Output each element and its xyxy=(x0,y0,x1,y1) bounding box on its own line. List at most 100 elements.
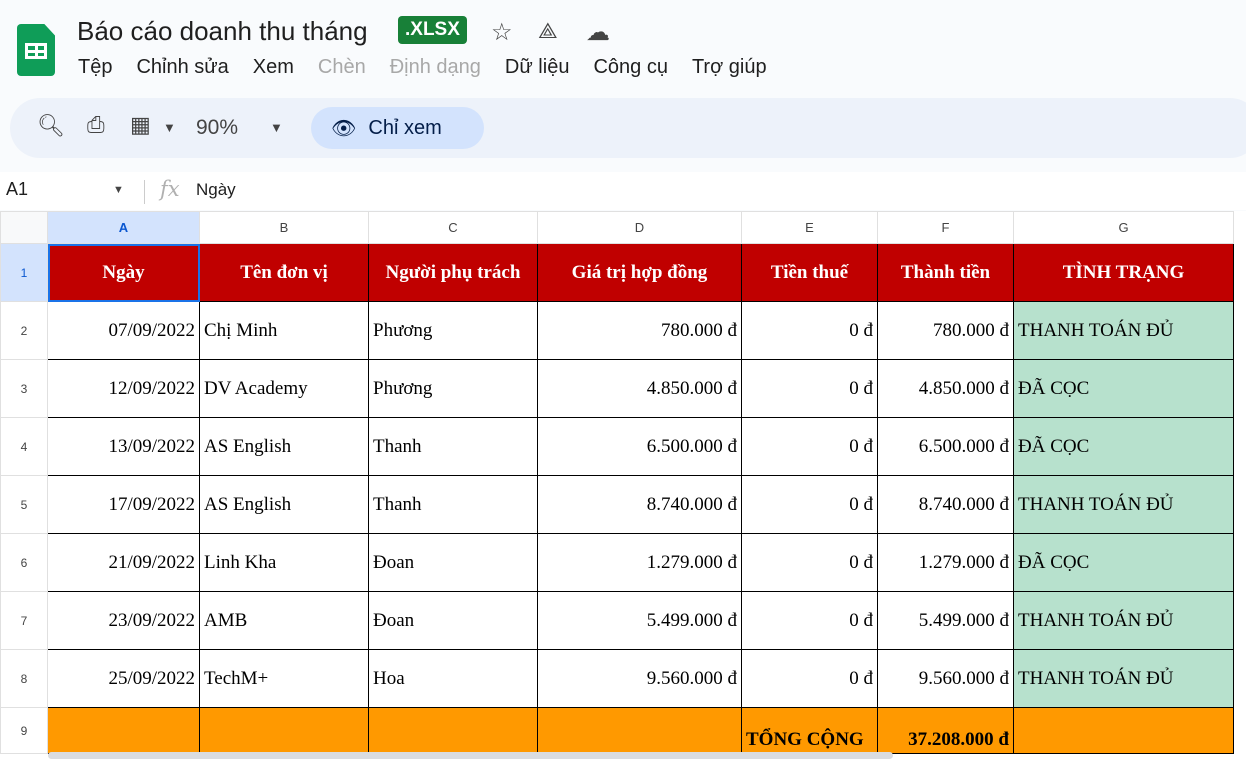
cell-unit[interactable]: AMB xyxy=(199,591,369,650)
cell-status[interactable]: ĐÃ CỌC xyxy=(1013,533,1234,592)
header-cell[interactable]: Người phụ trách xyxy=(368,243,538,302)
row-header[interactable]: 4 xyxy=(0,417,48,476)
cell-date[interactable]: 13/09/2022 xyxy=(47,417,200,476)
row-header[interactable]: 1 xyxy=(0,243,48,302)
document-title[interactable]: Báo cáo doanh thu tháng xyxy=(77,16,368,47)
cell-owner[interactable]: Phương xyxy=(368,301,538,360)
cell-status[interactable]: ĐÃ CỌC xyxy=(1013,359,1234,418)
cell-amount[interactable]: 5.499.000 đ xyxy=(877,591,1014,650)
cell[interactable] xyxy=(537,707,742,754)
cell[interactable] xyxy=(1013,707,1234,754)
chevron-down-icon[interactable]: ▼ xyxy=(163,120,176,135)
column-header-b[interactable]: B xyxy=(199,211,369,244)
column-header-a[interactable]: A xyxy=(47,211,200,244)
cell-unit[interactable]: AS English xyxy=(199,417,369,476)
row-header[interactable]: 9 xyxy=(0,707,48,754)
search-icon[interactable]: 🔍︎ xyxy=(37,113,65,139)
cell-status[interactable]: THANH TOÁN ĐỦ xyxy=(1013,591,1234,650)
column-header-d[interactable]: D xyxy=(537,211,742,244)
row-header[interactable]: 2 xyxy=(0,301,48,360)
column-header-c[interactable]: C xyxy=(368,211,538,244)
cell-unit[interactable]: Chị Minh xyxy=(199,301,369,360)
cell[interactable] xyxy=(368,707,538,754)
header-cell[interactable]: Tiền thuế xyxy=(741,243,878,302)
formula-input[interactable]: Ngày xyxy=(196,180,236,200)
row-header[interactable]: 3 xyxy=(0,359,48,418)
menu-file[interactable]: Tệp xyxy=(78,56,112,79)
view-only-button[interactable]: 👁︎ Chỉ xem xyxy=(311,107,484,149)
move-to-drive-icon[interactable]: ⟁ xyxy=(538,18,558,44)
menu-help[interactable]: Trợ giúp xyxy=(692,56,767,79)
name-box-dropdown-icon[interactable]: ▼ xyxy=(113,184,124,196)
select-all-corner[interactable] xyxy=(0,211,48,244)
total-value[interactable]: 37.208.000 đ xyxy=(877,707,1014,754)
row-header[interactable]: 5 xyxy=(0,475,48,534)
cell-tax[interactable]: 0 đ xyxy=(741,417,878,476)
cloud-saved-icon[interactable]: ☁ xyxy=(586,18,610,47)
cell-date[interactable]: 25/09/2022 xyxy=(47,649,200,708)
print-icon[interactable]: ⎙ xyxy=(87,112,105,138)
cell-date[interactable]: 07/09/2022 xyxy=(47,301,200,360)
cell-owner[interactable]: Phương xyxy=(368,359,538,418)
cell-status[interactable]: ĐÃ CỌC xyxy=(1013,417,1234,476)
cell-status[interactable]: THANH TOÁN ĐỦ xyxy=(1013,301,1234,360)
cell-amount[interactable]: 4.850.000 đ xyxy=(877,359,1014,418)
cell-tax[interactable]: 0 đ xyxy=(741,533,878,592)
cell[interactable] xyxy=(47,707,200,754)
header-cell[interactable]: TÌNH TRẠNG xyxy=(1013,243,1234,302)
menu-tools[interactable]: Công cụ xyxy=(593,56,668,79)
header-cell[interactable]: Ngày xyxy=(47,243,200,302)
cell-tax[interactable]: 0 đ xyxy=(741,591,878,650)
cell[interactable] xyxy=(199,707,369,754)
row-header[interactable]: 8 xyxy=(0,649,48,708)
cell-contract-value[interactable]: 6.500.000 đ xyxy=(537,417,742,476)
name-box[interactable]: A1 xyxy=(6,179,28,200)
menu-edit[interactable]: Chỉnh sửa xyxy=(136,56,228,79)
header-cell[interactable]: Giá trị hợp đồng xyxy=(537,243,742,302)
cell-amount[interactable]: 6.500.000 đ xyxy=(877,417,1014,476)
cell-unit[interactable]: Linh Kha xyxy=(199,533,369,592)
cell-contract-value[interactable]: 780.000 đ xyxy=(537,301,742,360)
cell-unit[interactable]: TechM+ xyxy=(199,649,369,708)
cell-owner[interactable]: Đoan xyxy=(368,591,538,650)
cell-tax[interactable]: 0 đ xyxy=(741,359,878,418)
total-label[interactable]: TỔNG CỘNG xyxy=(741,707,878,754)
cell-amount[interactable]: 1.279.000 đ xyxy=(877,533,1014,592)
cell-amount[interactable]: 780.000 đ xyxy=(877,301,1014,360)
menu-data[interactable]: Dữ liệu xyxy=(505,56,570,79)
row-header[interactable]: 7 xyxy=(0,591,48,650)
cell-contract-value[interactable]: 8.740.000 đ xyxy=(537,475,742,534)
sheets-logo[interactable] xyxy=(17,24,55,76)
cell-status[interactable]: THANH TOÁN ĐỦ xyxy=(1013,649,1234,708)
cell-contract-value[interactable]: 1.279.000 đ xyxy=(537,533,742,592)
zoom-dropdown-icon[interactable]: ▼ xyxy=(270,120,283,135)
star-icon[interactable]: ☆ xyxy=(491,18,513,47)
calculator-icon[interactable]: ▦ xyxy=(130,112,151,138)
menu-view[interactable]: Xem xyxy=(253,56,294,79)
cell-owner[interactable]: Hoa xyxy=(368,649,538,708)
cell-tax[interactable]: 0 đ xyxy=(741,475,878,534)
cell-date[interactable]: 23/09/2022 xyxy=(47,591,200,650)
horizontal-scrollbar[interactable] xyxy=(48,752,893,759)
cell-owner[interactable]: Thanh xyxy=(368,475,538,534)
cell-status[interactable]: THANH TOÁN ĐỦ xyxy=(1013,475,1234,534)
header-cell[interactable]: Tên đơn vị xyxy=(199,243,369,302)
cell-contract-value[interactable]: 5.499.000 đ xyxy=(537,591,742,650)
cell-date[interactable]: 12/09/2022 xyxy=(47,359,200,418)
cell-date[interactable]: 21/09/2022 xyxy=(47,533,200,592)
column-header-g[interactable]: G xyxy=(1013,211,1234,244)
cell-date[interactable]: 17/09/2022 xyxy=(47,475,200,534)
row-header[interactable]: 6 xyxy=(0,533,48,592)
cell-tax[interactable]: 0 đ xyxy=(741,301,878,360)
cell-unit[interactable]: DV Academy xyxy=(199,359,369,418)
cell-contract-value[interactable]: 9.560.000 đ xyxy=(537,649,742,708)
header-cell[interactable]: Thành tiền xyxy=(877,243,1014,302)
zoom-select[interactable]: 90% xyxy=(196,116,238,140)
cell-tax[interactable]: 0 đ xyxy=(741,649,878,708)
cell-unit[interactable]: AS English xyxy=(199,475,369,534)
cell-owner[interactable]: Thanh xyxy=(368,417,538,476)
cell-contract-value[interactable]: 4.850.000 đ xyxy=(537,359,742,418)
cell-amount[interactable]: 9.560.000 đ xyxy=(877,649,1014,708)
cell-owner[interactable]: Đoan xyxy=(368,533,538,592)
column-header-f[interactable]: F xyxy=(877,211,1014,244)
